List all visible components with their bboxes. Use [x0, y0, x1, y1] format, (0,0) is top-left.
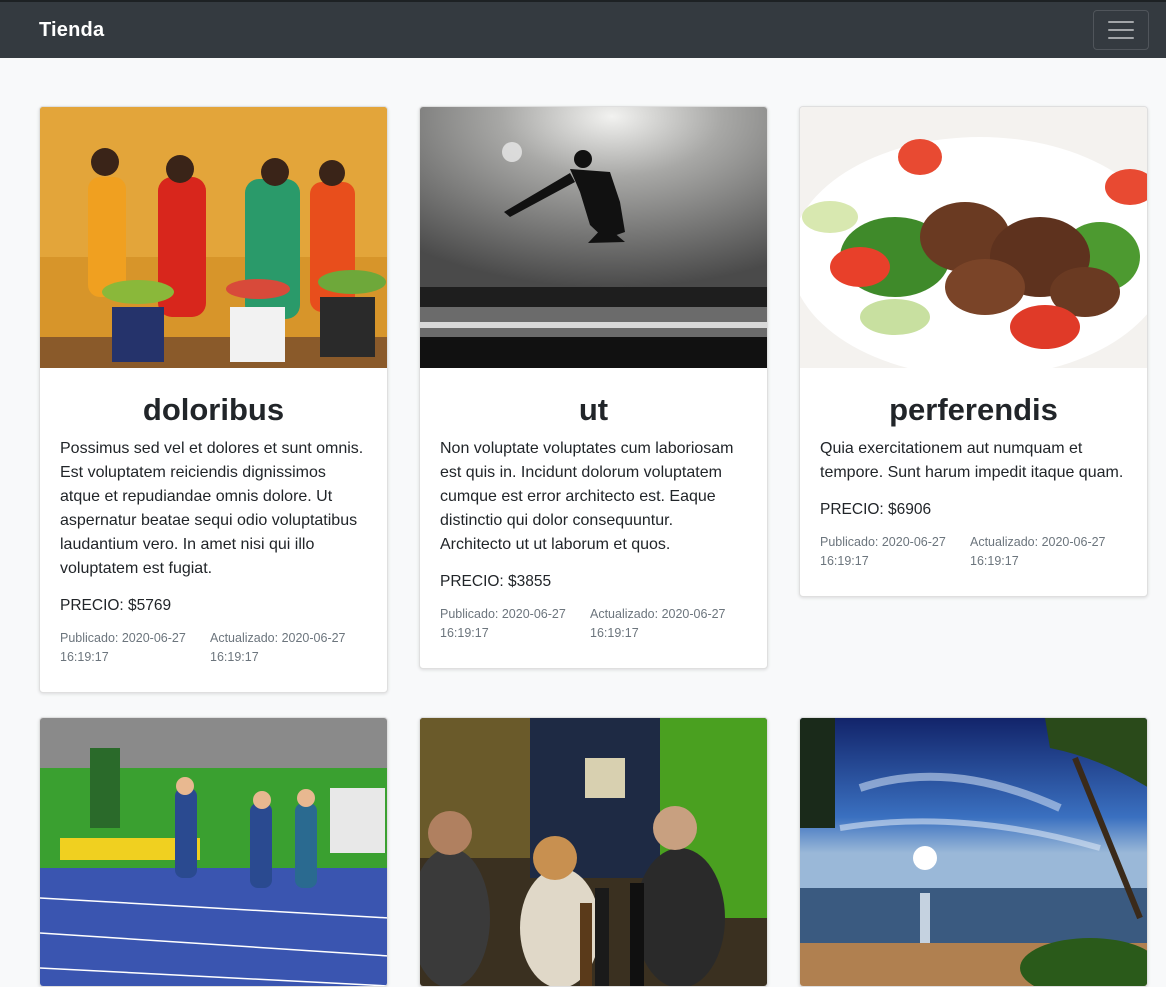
product-description: Non voluptate voluptates cum laboriosam …	[440, 440, 734, 553]
product-image	[420, 718, 767, 986]
published-date: Publicado: 2020-06-27 16:19:17	[820, 535, 946, 568]
product-price: PRECIO: $6906	[820, 501, 932, 518]
product-price: PRECIO: $3855	[440, 573, 552, 590]
product-description: Quia exercitationem aut numquam et tempo…	[820, 440, 1124, 481]
product-title[interactable]: ut	[440, 391, 747, 429]
navbar: Tienda	[0, 0, 1166, 58]
product-card[interactable]	[419, 717, 768, 987]
product-dates: Publicado: 2020-06-27 16:19:17 Actualiza…	[820, 533, 1127, 571]
updated-date: Actualizado: 2020-06-27 16:19:17	[210, 631, 346, 664]
product-card[interactable]: perferendis Quia exercitationem aut numq…	[799, 106, 1148, 597]
product-image	[40, 718, 387, 986]
product-dates: Publicado: 2020-06-27 16:19:17 Actualiza…	[60, 629, 367, 667]
navbar-brand[interactable]: Tienda	[39, 19, 104, 42]
product-image	[420, 107, 767, 368]
product-dates: Publicado: 2020-06-27 16:19:17 Actualiza…	[440, 605, 747, 643]
product-description: Possimus sed vel et dolores et sunt omni…	[60, 440, 364, 577]
product-price: PRECIO: $5769	[60, 597, 172, 614]
product-title[interactable]: perferendis	[820, 391, 1127, 429]
product-image	[40, 107, 387, 368]
published-date: Publicado: 2020-06-27 16:19:17	[440, 607, 566, 640]
product-title[interactable]: doloribus	[60, 391, 367, 429]
product-image	[800, 718, 1147, 986]
product-card[interactable]	[799, 717, 1148, 987]
updated-date: Actualizado: 2020-06-27 16:19:17	[970, 535, 1106, 568]
product-card[interactable]: ut Non voluptate voluptates cum laborios…	[419, 106, 768, 669]
updated-date: Actualizado: 2020-06-27 16:19:17	[590, 607, 726, 640]
navbar-toggler-button[interactable]	[1093, 10, 1149, 50]
published-date: Publicado: 2020-06-27 16:19:17	[60, 631, 186, 664]
product-image	[800, 107, 1147, 368]
hamburger-menu-icon	[1108, 21, 1134, 23]
product-card[interactable]	[39, 717, 388, 987]
product-card[interactable]: doloribus Possimus sed vel et dolores et…	[39, 106, 388, 693]
